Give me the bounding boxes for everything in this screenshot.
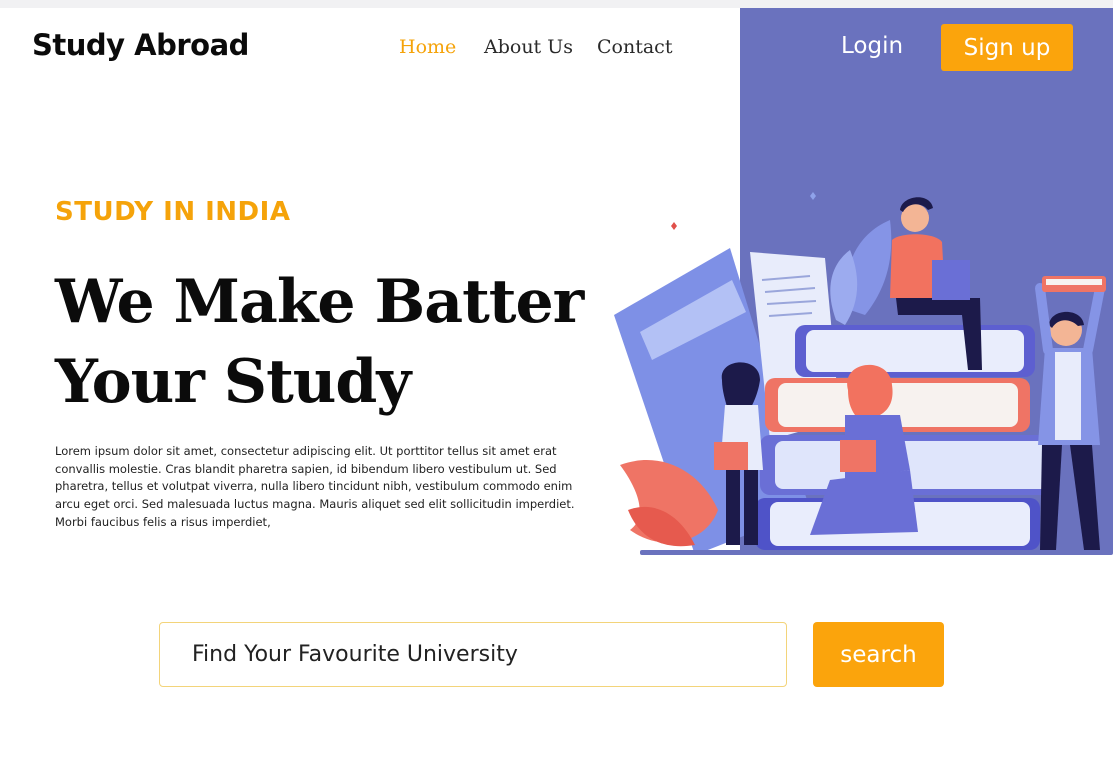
- nav-about-link[interactable]: About Us: [484, 36, 573, 58]
- leaf-shape: [830, 250, 858, 325]
- ground-line: [640, 550, 1113, 555]
- book-icon: [840, 440, 876, 472]
- sparkle-icon: [810, 192, 816, 200]
- search-button[interactable]: search: [813, 622, 944, 687]
- search-input[interactable]: [159, 622, 787, 687]
- book-icon: [932, 260, 970, 300]
- sparkle-icon: [671, 222, 677, 230]
- signup-button[interactable]: Sign up: [941, 24, 1073, 71]
- book-icon: [714, 442, 748, 470]
- hero-headline-line-1: We Make Batter: [55, 267, 584, 337]
- top-strip: [0, 0, 1113, 8]
- brand-logo[interactable]: Study Abroad: [32, 28, 249, 62]
- hero-headline-line-2: Your Study: [55, 347, 411, 417]
- hero-eyebrow: STUDY IN INDIA: [55, 197, 291, 227]
- hero-headline: We Make Batter Your Study: [55, 262, 584, 422]
- login-link[interactable]: Login: [841, 33, 903, 59]
- nav-contact-link[interactable]: Contact: [597, 36, 672, 58]
- hero-description: Lorem ipsum dolor sit amet, consectetur …: [55, 444, 575, 529]
- nav-home-link[interactable]: Home: [399, 36, 456, 58]
- students-with-books-illustration: [614, 192, 1113, 555]
